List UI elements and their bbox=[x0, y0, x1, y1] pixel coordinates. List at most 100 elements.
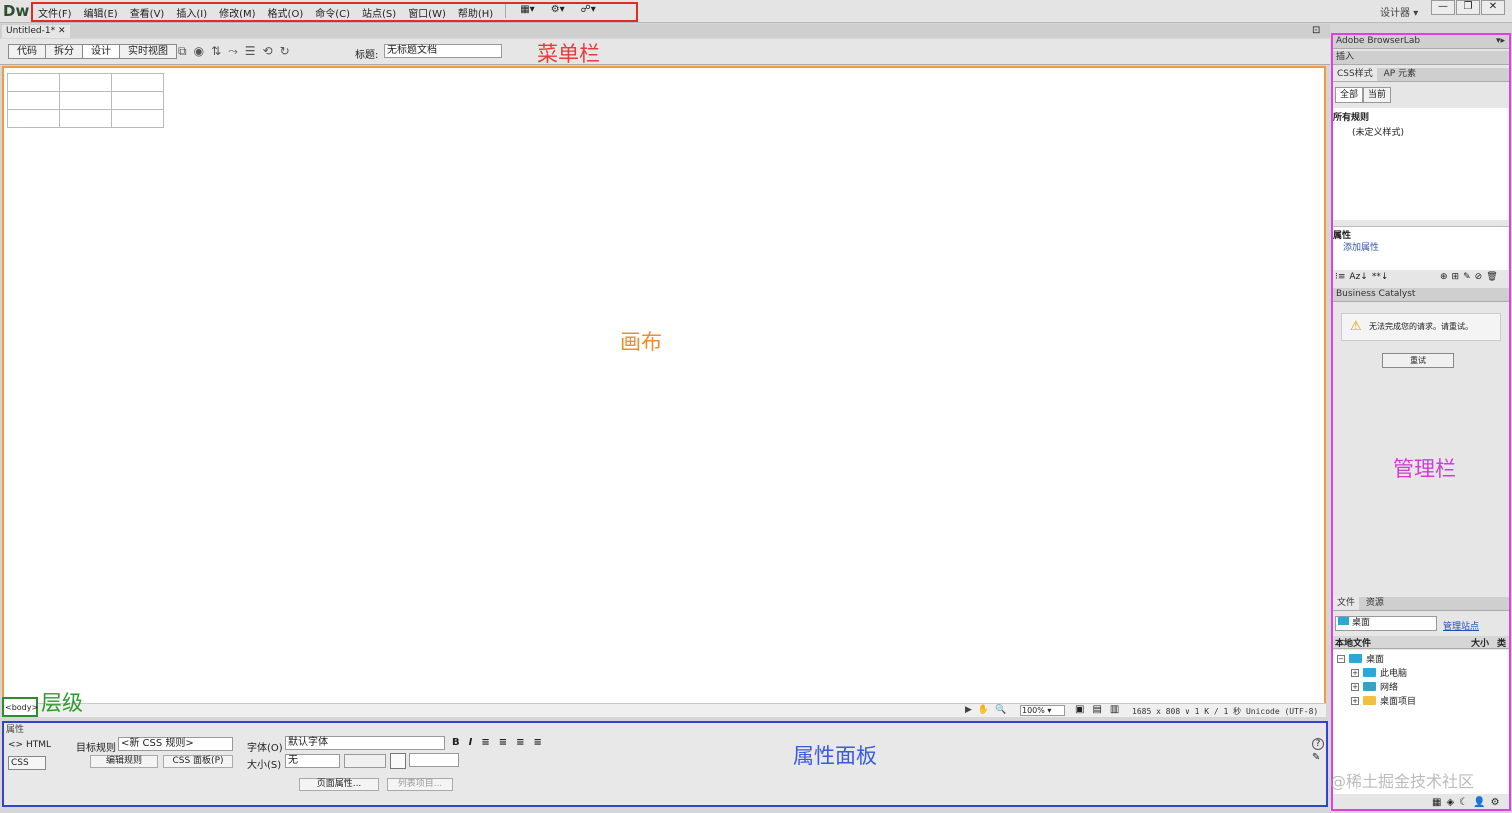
collapse-toggle[interactable]: − bbox=[1337, 654, 1345, 663]
table-cell[interactable] bbox=[59, 109, 112, 128]
align-right-button[interactable]: ≡ bbox=[516, 737, 524, 748]
w3c-validation-icon[interactable]: ⤳ bbox=[228, 44, 238, 59]
retry-button[interactable]: 重试 bbox=[1382, 353, 1454, 368]
html-mode-button[interactable]: <> HTML bbox=[8, 740, 51, 750]
color-input[interactable] bbox=[409, 753, 459, 767]
file-management-icon[interactable]: ⇅ bbox=[211, 44, 221, 59]
rule-item[interactable]: (未定义样式) bbox=[1352, 125, 1404, 138]
expand-toggle[interactable]: + bbox=[1351, 682, 1359, 691]
tab-ap-elements[interactable]: AP 元素 bbox=[1380, 68, 1420, 81]
tab-files[interactable]: 文件 bbox=[1333, 597, 1360, 610]
bold-button[interactable]: B bbox=[452, 737, 460, 748]
align-center-button[interactable]: ≡ bbox=[499, 737, 507, 748]
minimize-button[interactable]: — bbox=[1431, 0, 1455, 15]
list-item-button[interactable]: 列表项目... bbox=[387, 778, 453, 791]
moon-icon[interactable]: ☾ bbox=[1459, 797, 1468, 808]
subtab-all[interactable]: 全部 bbox=[1335, 87, 1364, 103]
col-size[interactable]: 大小 bbox=[1471, 636, 1489, 649]
disable-icon[interactable]: ⊘ bbox=[1475, 272, 1483, 282]
table-cell[interactable] bbox=[7, 73, 60, 92]
tree-item-desktop[interactable]: − 桌面 bbox=[1337, 652, 1384, 665]
table-cell[interactable] bbox=[59, 73, 112, 92]
table-cell[interactable] bbox=[111, 91, 164, 110]
restore-button[interactable]: ❐ bbox=[1456, 0, 1480, 15]
connect-icon[interactable]: ◈ bbox=[1446, 797, 1454, 808]
close-icon[interactable]: ✕ bbox=[58, 26, 66, 36]
css-panel-button[interactable]: CSS 面板(P) bbox=[163, 755, 233, 768]
code-view-button[interactable]: 代码 bbox=[8, 44, 46, 59]
layout-table[interactable] bbox=[7, 73, 164, 128]
tablet-size-icon[interactable]: ▤ bbox=[1092, 704, 1101, 715]
visual-aids-icon[interactable]: ☰ bbox=[245, 44, 256, 59]
edit-rule-button[interactable]: 编辑规则 bbox=[90, 755, 158, 768]
tree-item-this-pc[interactable]: + 此电脑 bbox=[1351, 666, 1407, 679]
category-view-icon[interactable]: ⁝≡ bbox=[1335, 272, 1345, 282]
size-select[interactable]: 无 bbox=[285, 754, 340, 768]
italic-button[interactable]: I bbox=[469, 737, 473, 748]
check-compat-icon[interactable]: ⟲ bbox=[263, 44, 273, 59]
grid-icon[interactable]: ▦ bbox=[1432, 797, 1441, 808]
size-unit-select[interactable] bbox=[344, 754, 386, 768]
business-catalyst-header[interactable]: Business Catalyst bbox=[1333, 288, 1509, 302]
design-view-button[interactable]: 设计 bbox=[82, 44, 120, 59]
expand-toggle[interactable]: + bbox=[1351, 696, 1359, 705]
tree-item-network[interactable]: + 网络 bbox=[1351, 680, 1398, 693]
user-icon[interactable]: 👤 bbox=[1473, 797, 1485, 808]
col-type[interactable]: 类 bbox=[1497, 636, 1506, 649]
refresh-icon[interactable]: ↻ bbox=[280, 44, 290, 59]
preview-browser-icon[interactable]: ◉ bbox=[194, 44, 204, 59]
panel-menu-icon[interactable]: ▾▸ bbox=[1496, 35, 1505, 48]
browserlab-header[interactable]: Adobe BrowserLab ▾▸ bbox=[1333, 35, 1509, 49]
font-select[interactable]: 默认字体 bbox=[285, 736, 445, 750]
live-view-button[interactable]: 实时视图 bbox=[119, 44, 177, 59]
delete-icon[interactable]: 🗑 bbox=[1486, 272, 1497, 282]
table-cell[interactable] bbox=[111, 109, 164, 128]
restore-document-icon[interactable]: ⊡ bbox=[1312, 25, 1320, 36]
mobile-size-icon[interactable]: ▣ bbox=[1075, 704, 1084, 715]
location-select[interactable]: 桌面 bbox=[1335, 616, 1437, 631]
workspace-switcher[interactable]: 设计器 ▾ bbox=[1380, 4, 1418, 19]
desktop-size-icon[interactable]: ▥ bbox=[1110, 704, 1119, 715]
subtab-current[interactable]: 当前 bbox=[1363, 87, 1392, 103]
select-tool-icon[interactable]: ▶ bbox=[965, 705, 972, 715]
tree-item-desktop-items[interactable]: + 桌面项目 bbox=[1351, 694, 1416, 707]
page-properties-button[interactable]: 页面属性... bbox=[299, 778, 379, 791]
align-left-button[interactable]: ≡ bbox=[481, 737, 489, 748]
document-title-input[interactable]: 无标题文档 bbox=[384, 44, 502, 58]
justify-button[interactable]: ≡ bbox=[534, 737, 542, 748]
split-view-button[interactable]: 拆分 bbox=[45, 44, 83, 59]
add-property-link[interactable]: 添加属性 bbox=[1343, 240, 1379, 253]
alpha-view-icon[interactable]: Az↓ bbox=[1349, 272, 1367, 282]
table-cell[interactable] bbox=[59, 91, 112, 110]
table-cell[interactable] bbox=[7, 109, 60, 128]
zoom-tool-icon[interactable]: 🔍 bbox=[995, 705, 1006, 715]
manage-site-link[interactable]: 管理站点 bbox=[1443, 619, 1479, 632]
target-rule-select[interactable]: <新 CSS 规则> bbox=[118, 737, 233, 751]
set-properties-icon[interactable]: **↓ bbox=[1372, 272, 1389, 282]
status-bar bbox=[2, 703, 1326, 717]
document-tab[interactable]: Untitled-1* ✕ bbox=[2, 25, 70, 38]
help-icon[interactable]: ? bbox=[1312, 738, 1324, 750]
tab-assets[interactable]: 资源 bbox=[1362, 597, 1388, 610]
zoom-select[interactable]: 100% ▾ bbox=[1020, 705, 1065, 716]
gear-icon[interactable]: ⚙ bbox=[1491, 797, 1500, 808]
attach-stylesheet-icon[interactable]: ⊕ bbox=[1440, 272, 1448, 282]
tag-selector-body[interactable]: <body> bbox=[2, 697, 38, 717]
multiscreen-icon[interactable]: ⧉ bbox=[178, 44, 187, 59]
hand-tool-icon[interactable]: ✋ bbox=[978, 705, 989, 715]
expand-toggle[interactable]: + bbox=[1351, 668, 1359, 677]
font-label: 字体(O) bbox=[247, 743, 283, 754]
color-picker[interactable] bbox=[390, 753, 406, 769]
table-cell[interactable] bbox=[7, 91, 60, 110]
col-local-files[interactable]: 本地文件 bbox=[1335, 636, 1371, 649]
table-cell[interactable] bbox=[111, 73, 164, 92]
close-button[interactable]: ✕ bbox=[1481, 0, 1505, 15]
quick-edit-icon[interactable]: ✎ bbox=[1312, 752, 1320, 763]
css-mode-button[interactable]: CSS bbox=[8, 756, 46, 770]
folder-icon bbox=[1363, 696, 1376, 705]
design-canvas[interactable] bbox=[2, 66, 1326, 716]
tab-css-styles[interactable]: CSS样式 bbox=[1333, 68, 1377, 81]
insert-header[interactable]: 插入 bbox=[1333, 51, 1509, 65]
edit-rule-icon[interactable]: ✎ bbox=[1463, 272, 1471, 282]
new-rule-icon[interactable]: ⊞ bbox=[1452, 272, 1460, 282]
